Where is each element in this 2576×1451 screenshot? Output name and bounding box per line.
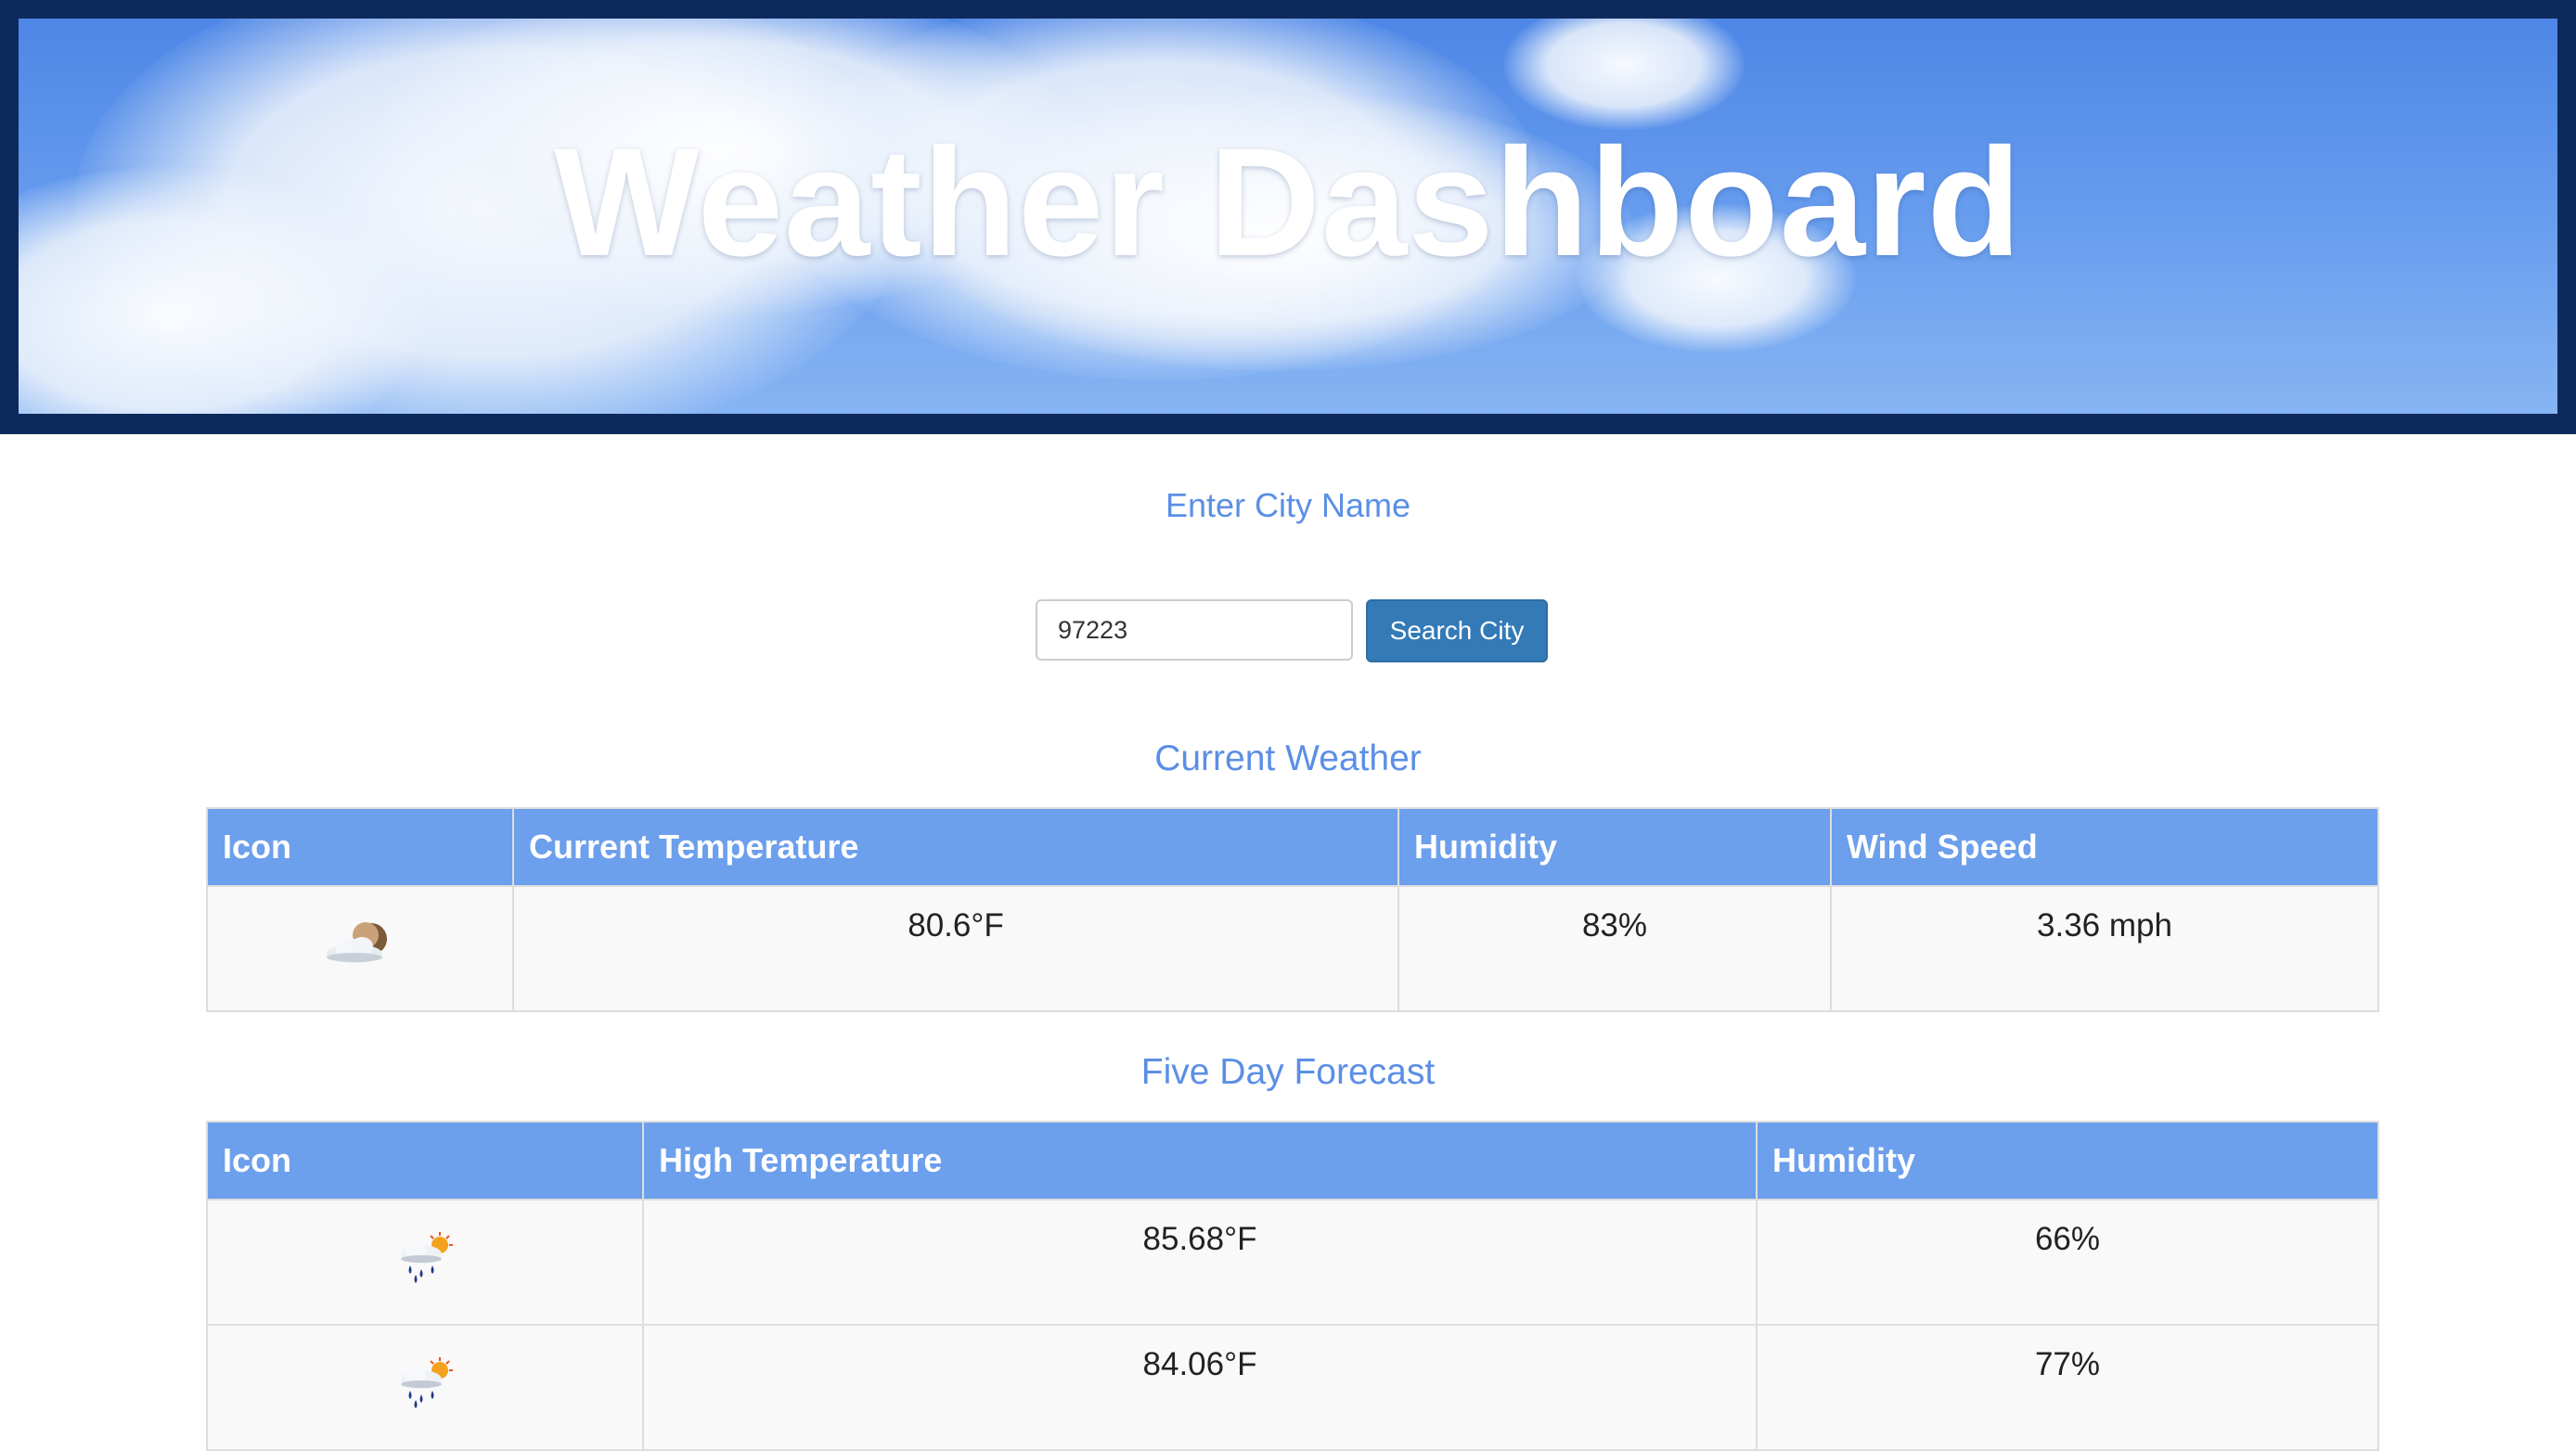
table-row: 80.6°F 83% 3.36 mph: [206, 885, 2379, 1012]
column-header-humidity: Humidity: [1756, 1121, 2379, 1201]
city-search-input[interactable]: [1036, 599, 1353, 661]
sky-background-image: Weather Dashboard: [19, 19, 2557, 414]
forecast-high-temperature-value: 85.68°F: [642, 1199, 1758, 1326]
current-temperature-value: 80.6°F: [512, 885, 1399, 1012]
column-header-humidity: Humidity: [1397, 807, 1832, 887]
table-header-row: Icon High Temperature Humidity: [206, 1121, 2379, 1201]
current-weather-table: Icon Current Temperature Humidity Wind S…: [206, 807, 2379, 1012]
icon-cell: [206, 1324, 644, 1451]
column-header-icon: Icon: [206, 807, 514, 887]
column-header-icon: Icon: [206, 1121, 644, 1201]
table-row: 85.68°F 66%: [206, 1199, 2379, 1326]
search-heading: Enter City Name: [1165, 486, 1411, 524]
header-banner: Weather Dashboard: [0, 0, 2576, 434]
icon-cell: [206, 885, 514, 1012]
current-weather-heading: Current Weather: [1154, 738, 1422, 778]
search-city-button[interactable]: Search City: [1366, 599, 1548, 662]
forecast-humidity-value: 66%: [1756, 1199, 2379, 1326]
five-day-forecast-heading: Five Day Forecast: [1140, 1052, 1436, 1092]
icon-cell: [206, 1199, 644, 1326]
rain-sun-icon: [388, 1356, 462, 1409]
column-header-wind-speed: Wind Speed: [1830, 807, 2379, 887]
current-humidity-value: 83%: [1397, 885, 1832, 1012]
forecast-table: Icon High Temperature Humidity 85.68°F 6…: [206, 1121, 2379, 1451]
cloud-moon-icon: [323, 918, 397, 970]
column-header-high-temperature: High Temperature: [642, 1121, 1758, 1201]
current-wind-speed-value: 3.36 mph: [1830, 885, 2379, 1012]
page-title: Weather Dashboard: [553, 117, 2023, 289]
table-row: 84.06°F 77%: [206, 1324, 2379, 1451]
rain-sun-icon: [388, 1231, 462, 1284]
table-header-row: Icon Current Temperature Humidity Wind S…: [206, 807, 2379, 887]
forecast-humidity-value: 77%: [1756, 1324, 2379, 1451]
forecast-high-temperature-value: 84.06°F: [642, 1324, 1758, 1451]
column-header-current-temperature: Current Temperature: [512, 807, 1399, 887]
